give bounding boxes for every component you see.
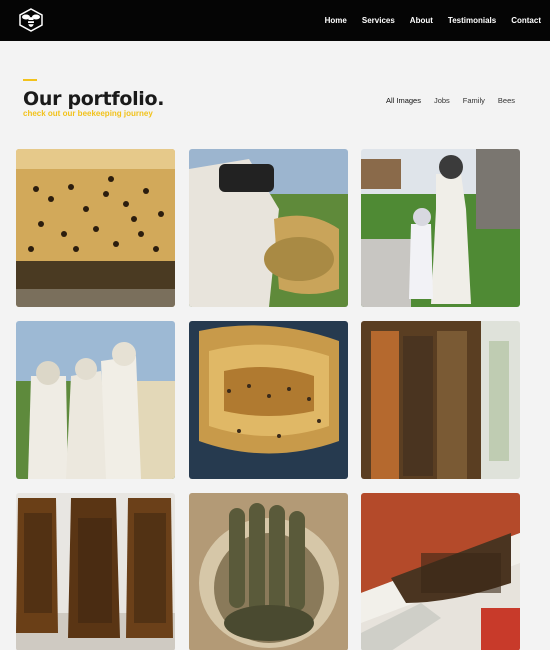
gallery-image-6[interactable] [361,321,520,479]
comb-cluster-in-bucket-photo [189,493,348,650]
bees-on-hive-box-photo [16,149,175,307]
gallery-image-7[interactable] [16,493,175,650]
gallery-image-5[interactable] [189,321,348,479]
honeycomb-closeup-photo [189,321,348,479]
portfolio-filters: All Images Jobs Family Bees [386,96,515,105]
filter-family[interactable]: Family [463,96,485,105]
three-comb-slabs-photo [16,493,175,650]
main-nav: Home Services About Testimonials Contact [325,0,541,41]
nav-contact[interactable]: Contact [511,16,541,25]
nav-testimonials[interactable]: Testimonials [448,16,496,25]
nav-home[interactable]: Home [325,16,347,25]
bee-logo-icon[interactable] [18,8,44,32]
gallery-image-3[interactable] [361,149,520,307]
nav-services[interactable]: Services [362,16,395,25]
top-navbar: Home Services About Testimonials Contact [0,0,550,41]
comb-under-eave-photo [361,493,520,650]
filter-jobs[interactable]: Jobs [434,96,450,105]
beekeeper-holding-comb-photo [189,149,348,307]
title-accent-bar [23,79,37,81]
gallery-image-9[interactable] [361,493,520,650]
gallery-image-4[interactable] [16,321,175,479]
gallery-image-2[interactable] [189,149,348,307]
filter-bees[interactable]: Bees [498,96,515,105]
page-title: Our portfolio. [23,88,165,110]
two-beekeepers-in-suits-photo [16,321,175,479]
page-subtitle: check out our beekeeping journey [23,109,153,118]
filter-all-images[interactable]: All Images [386,96,421,105]
gallery-image-1[interactable] [16,149,175,307]
comb-in-wall-photo [361,321,520,479]
nav-about[interactable]: About [410,16,433,25]
beekeeper-with-child-photo [361,149,520,307]
gallery-image-8[interactable] [189,493,348,650]
